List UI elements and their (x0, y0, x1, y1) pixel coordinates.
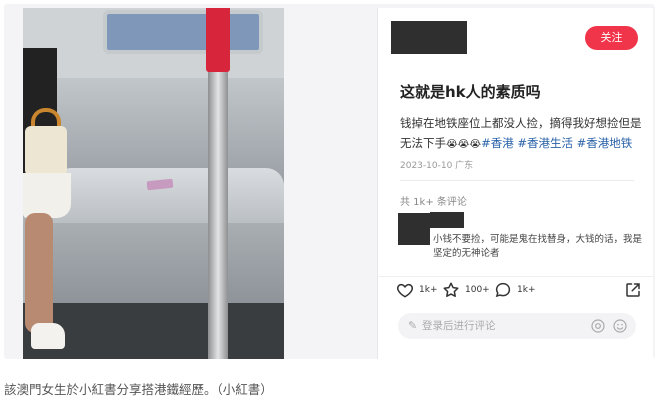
post-body-line2: 无法下手😭😭😭#香港 #香港生活 #香港地铁 (400, 133, 645, 155)
passenger-leg (25, 213, 53, 333)
tag-hongkong-mtr[interactable]: #香港地铁 (577, 136, 633, 150)
comment-count: 共 1k+ 条评论 (400, 197, 467, 208)
collect-count: 100+ (465, 285, 490, 295)
divider (378, 276, 654, 277)
comment-bubble-icon (495, 282, 511, 298)
post-detail-panel: 关注 这就是hk人的素质吗 钱掉在地铁座位上都没人捡，摘得我好想捡但是 无法下手… (377, 8, 654, 359)
post-body: 钱掉在地铁座位上都没人捡，摘得我好想捡但是 无法下手😭😭😭#香港 #香港生活 #… (400, 113, 645, 155)
author-avatar-redacted[interactable] (391, 21, 467, 54)
emoji-icon[interactable] (612, 318, 628, 334)
tag-hongkong[interactable]: #香港 (481, 136, 514, 150)
comment-button[interactable]: 1k+ (494, 279, 535, 301)
divider (400, 180, 634, 181)
post-body-prefix: 无法下手 (400, 136, 446, 150)
tag-hongkong-life[interactable]: #香港生活 (517, 136, 573, 150)
follow-button[interactable]: 关注 (585, 26, 638, 50)
image-caption: 該澳門女生於小紅書分享搭港鐵經歷。（小紅書） (4, 382, 273, 397)
collect-button[interactable]: 100+ (442, 279, 490, 301)
star-icon (443, 282, 459, 297)
commenter-name-redacted[interactable] (430, 212, 464, 228)
post-body-line1: 钱掉在地铁座位上都没人捡，摘得我好想捡但是 (400, 116, 642, 130)
post-photo[interactable] (23, 8, 284, 359)
seat-cushion (53, 168, 284, 228)
action-bar: 1k+ 100+ 1k+ (396, 279, 646, 301)
comment-input[interactable] (422, 317, 572, 335)
train-window (103, 10, 263, 54)
comment-input-box[interactable]: ✎ (398, 313, 636, 339)
passenger-shoe (31, 323, 65, 349)
passenger-skirt (23, 173, 71, 218)
grab-pole-red-section (206, 8, 230, 72)
like-button[interactable]: 1k+ (396, 279, 437, 301)
pencil-icon: ✎ (408, 319, 418, 332)
mention-icon[interactable] (590, 318, 606, 334)
post-title: 这就是hk人的素质吗 (400, 83, 541, 101)
share-icon (626, 283, 640, 297)
comment-count-action: 1k+ (517, 285, 536, 295)
commenter-avatar-redacted[interactable] (398, 213, 430, 245)
comment-text: 小钱不要捡，可能是鬼在找替身，大钱的话，我是坚定的无神论者 (433, 234, 643, 259)
heart-icon (397, 283, 413, 298)
handbag (25, 126, 67, 176)
crying-emoji: 😭😭😭 (446, 139, 482, 150)
share-button[interactable] (624, 279, 642, 301)
seat-front (53, 223, 284, 308)
like-count: 1k+ (419, 285, 438, 295)
post-date-location: 2023-10-10 广东 (400, 161, 474, 171)
